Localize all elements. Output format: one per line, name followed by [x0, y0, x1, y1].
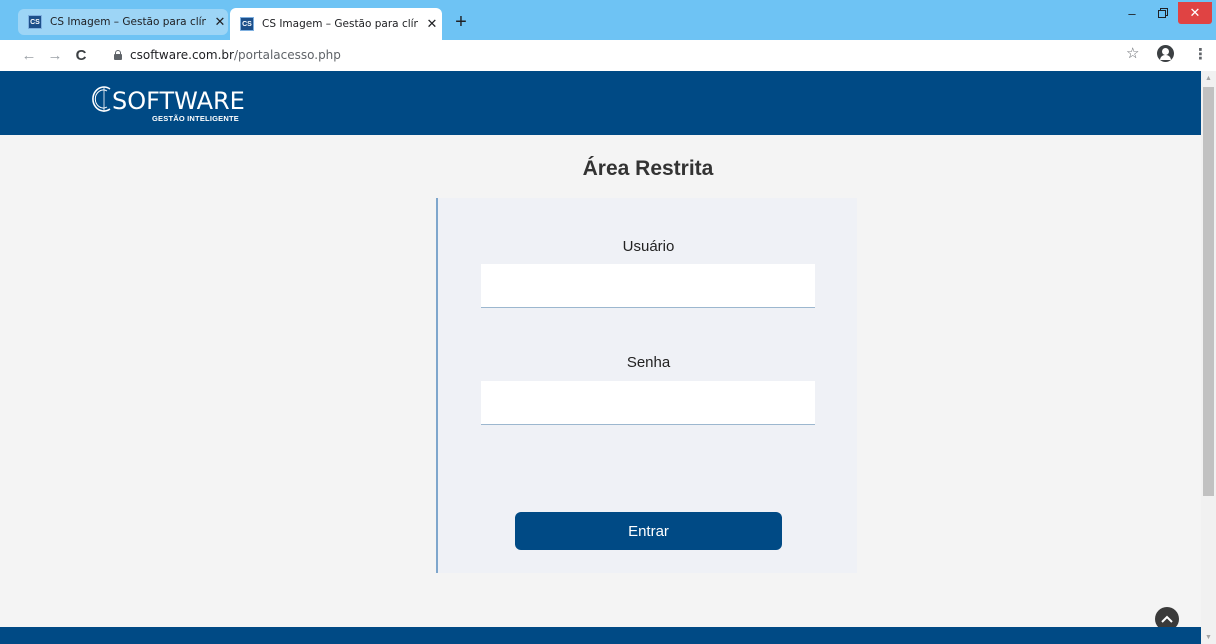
chevron-up-icon: [1161, 615, 1173, 623]
browser-tab-strip: CS CS Imagem – Gestão para clínicas ✕ CS…: [0, 0, 1216, 40]
browser-tab[interactable]: CS CS Imagem – Gestão para clínicas ✕: [18, 9, 228, 35]
star-icon[interactable]: ☆: [1126, 44, 1139, 62]
page-title: Área Restrita: [582, 157, 714, 180]
forward-arrow-icon[interactable]: →: [44, 44, 66, 66]
password-label: Senha: [626, 354, 671, 371]
username-input[interactable]: [481, 264, 815, 308]
url-domain: csoftware.com.br: [130, 48, 234, 62]
tab-title: CS Imagem – Gestão para clínicas: [262, 18, 418, 30]
address-bar[interactable]: csoftware.com.br/portalacesso.php: [130, 48, 341, 62]
login-button[interactable]: Entrar: [515, 512, 782, 550]
scroll-down-arrow-icon[interactable]: ▼: [1201, 630, 1216, 644]
site-header: SOFTWARE GESTÃO INTELIGENTE: [0, 71, 1201, 135]
close-window-button[interactable]: ✕: [1178, 2, 1212, 24]
back-arrow-icon[interactable]: ←: [18, 44, 40, 66]
logo-tagline: GESTÃO INTELIGENTE: [152, 114, 239, 123]
close-tab-icon[interactable]: ✕: [424, 16, 440, 32]
browser-toolbar: ← → C csoftware.com.br/portalacesso.php …: [0, 40, 1216, 71]
minimize-window-button[interactable]: –: [1117, 2, 1147, 24]
password-input[interactable]: [481, 381, 815, 425]
menu-dots-icon[interactable]: ⋮: [1193, 45, 1208, 63]
vertical-scrollbar[interactable]: ▲ ▼: [1201, 71, 1216, 644]
page-viewport: SOFTWARE GESTÃO INTELIGENTE Área Restrit…: [0, 71, 1201, 644]
site-favicon-icon: CS: [240, 17, 254, 31]
account-icon[interactable]: [1157, 45, 1174, 62]
url-path: /portalacesso.php: [233, 48, 341, 62]
reload-icon[interactable]: C: [70, 44, 92, 66]
site-favicon-icon: CS: [28, 15, 42, 29]
restore-icon: [1158, 8, 1168, 18]
login-form: Usuário Senha Entrar: [436, 198, 857, 573]
logo-wordmark: SOFTWARE: [112, 87, 245, 115]
tab-title: CS Imagem – Gestão para clínicas: [50, 16, 206, 28]
browser-tab-active[interactable]: CS CS Imagem – Gestão para clínicas ✕: [230, 8, 442, 40]
new-tab-button[interactable]: +: [450, 11, 472, 33]
site-footer: [0, 627, 1201, 644]
lock-icon[interactable]: [114, 50, 122, 60]
maximize-window-button[interactable]: [1148, 2, 1178, 24]
scrollbar-thumb[interactable]: [1203, 87, 1214, 496]
username-label: Usuário: [622, 238, 675, 255]
scroll-up-arrow-icon[interactable]: ▲: [1201, 71, 1216, 85]
close-tab-icon[interactable]: ✕: [212, 14, 228, 30]
